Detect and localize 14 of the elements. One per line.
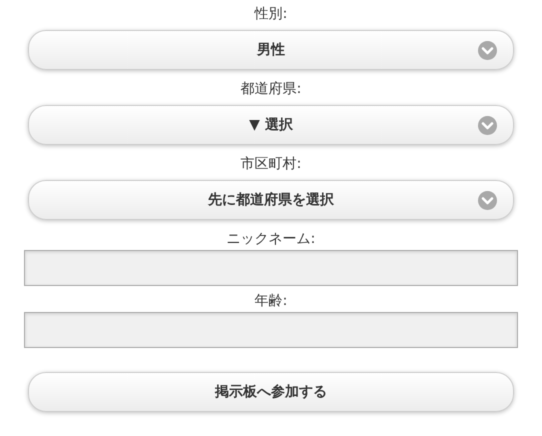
- dropdown[interactable]: ▼ 選択: [28, 105, 514, 145]
- field-label: ニックネーム:: [226, 230, 316, 249]
- field-label: 性別:: [254, 5, 288, 24]
- field-label: 都道府県:: [240, 80, 302, 99]
- dropdown[interactable]: 先に都道府県を選択: [28, 180, 514, 220]
- input-field[interactable]: [24, 312, 518, 348]
- chevron-down-icon: [478, 191, 497, 210]
- dropdown[interactable]: 男性: [28, 30, 514, 70]
- field-label: 市区町村:: [240, 155, 302, 174]
- chevron-down-icon: [478, 41, 497, 60]
- field-label: 年齢:: [254, 292, 288, 311]
- chevron-down-icon: [478, 116, 497, 135]
- submit-button[interactable]: 掲示板へ参加する: [28, 372, 514, 412]
- input-field[interactable]: [24, 250, 518, 286]
